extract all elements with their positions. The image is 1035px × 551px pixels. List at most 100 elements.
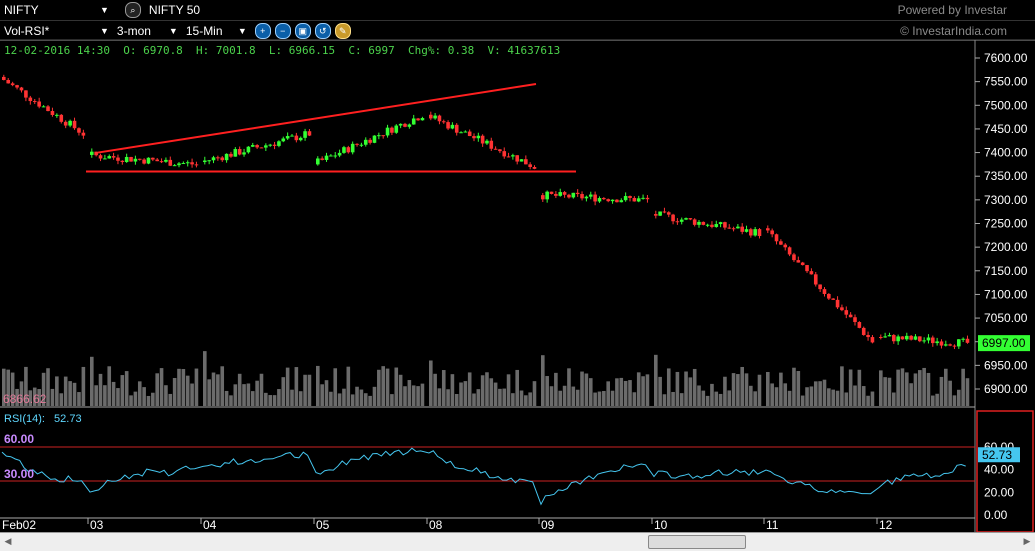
- price-chart[interactable]: 7600.00 7550.00 7500.00 7450.00 7400.00 7350.…: [0, 0, 1035, 532]
- candle-body: [632, 197, 637, 202]
- volume-bar: [848, 369, 853, 406]
- volume-bar: [935, 393, 939, 406]
- candle-body: [610, 199, 615, 202]
- candle-body: [796, 260, 801, 263]
- candle-body: [207, 160, 211, 162]
- candle-body: [926, 337, 931, 341]
- volume-bar: [316, 365, 320, 406]
- candle-body: [268, 144, 272, 146]
- time-tick-label: 10: [654, 518, 668, 532]
- volume-bar: [800, 395, 805, 406]
- candle-body: [41, 106, 46, 108]
- scroll-right-icon[interactable]: ▶: [1021, 536, 1033, 546]
- volume-bar: [168, 393, 173, 406]
- candle-body: [740, 226, 744, 232]
- time-tick-label: 08: [429, 518, 443, 532]
- volume-bar: [879, 370, 883, 406]
- volume-bar: [641, 376, 645, 406]
- volume-bar: [246, 383, 251, 406]
- volume-bar: [870, 391, 875, 406]
- candle-body: [588, 194, 593, 197]
- volume-bar: [588, 378, 593, 406]
- volume-bar: [337, 393, 342, 406]
- volume-bar: [809, 386, 814, 406]
- volume-bar: [822, 379, 827, 406]
- volume-bar: [429, 360, 433, 406]
- candle-body: [250, 145, 255, 147]
- price-tick-label: 7100.00: [984, 287, 1028, 301]
- candle-body: [731, 228, 736, 230]
- volume-bar: [285, 367, 290, 406]
- candle-body: [541, 195, 545, 200]
- candle-body: [216, 157, 220, 159]
- volume-bar: [463, 381, 468, 406]
- volume-bar: [320, 384, 324, 406]
- volume-bar: [675, 371, 680, 406]
- candle-body: [961, 338, 965, 340]
- scrollbar-thumb[interactable]: [648, 535, 746, 549]
- volume-bars: [2, 351, 970, 406]
- candle-body: [181, 163, 186, 165]
- price-tick-label: 7400.00: [984, 146, 1028, 160]
- volume-bar: [303, 374, 307, 406]
- candle-body: [774, 234, 779, 242]
- volume-bar: [952, 395, 957, 406]
- volume-bar: [329, 391, 333, 406]
- rsi-axis: 60.0040.0020.000.0052.73: [978, 440, 1020, 522]
- candle-body: [654, 214, 658, 216]
- candle-body: [645, 197, 650, 200]
- volume-bar: [129, 395, 133, 406]
- volume-bar: [368, 395, 372, 406]
- candle-body: [939, 341, 944, 346]
- candle-body: [59, 114, 64, 122]
- volume-bar: [172, 377, 177, 406]
- volume-bar: [359, 389, 364, 406]
- volume-bar: [420, 383, 425, 406]
- volume-bar: [519, 390, 524, 406]
- volume-bar: [580, 371, 584, 406]
- volume-bar: [403, 386, 407, 406]
- candle-body: [723, 222, 727, 228]
- rsi-tick-label: 40.00: [984, 463, 1014, 477]
- candle-body: [619, 200, 624, 203]
- volume-bar: [654, 354, 658, 406]
- volume-bar: [575, 389, 580, 406]
- volume-bar: [207, 379, 211, 406]
- candle-body: [472, 136, 476, 139]
- candle-body: [567, 194, 571, 198]
- candle-body: [24, 90, 28, 98]
- candle-body: [220, 157, 225, 161]
- volume-bar: [277, 389, 281, 406]
- volume-bar: [602, 391, 606, 406]
- price-axis: 7600.00 7550.00 7500.00 7450.00 7400.00 7350.…: [975, 51, 1030, 396]
- price-tick-label: 7550.00: [984, 75, 1028, 89]
- candle-body: [111, 156, 116, 158]
- candle-body: [211, 157, 216, 161]
- volume-bar: [887, 377, 892, 406]
- price-tick-label: 7450.00: [984, 122, 1028, 136]
- candle-body: [714, 224, 719, 227]
- candle-body: [705, 224, 710, 226]
- horizontal-scrollbar[interactable]: ◀ ▶: [0, 532, 1035, 551]
- volume-bar: [281, 377, 286, 406]
- price-tick-label: 7600.00: [984, 51, 1028, 65]
- volume-bar: [645, 374, 650, 406]
- candle-body: [403, 123, 407, 127]
- volume-bar: [350, 394, 355, 406]
- candle-body: [120, 160, 125, 163]
- volume-bar: [124, 371, 129, 406]
- candle-body: [623, 196, 628, 201]
- volume-bar: [684, 371, 688, 406]
- volume-bar: [632, 392, 637, 406]
- volume-bar: [701, 390, 706, 406]
- candle-body: [242, 152, 246, 155]
- candle-body: [194, 164, 199, 166]
- volume-bar: [363, 393, 368, 406]
- candle-body: [98, 155, 103, 159]
- candle-body: [385, 127, 390, 136]
- candle-body: [684, 218, 688, 220]
- scroll-left-icon[interactable]: ◀: [2, 536, 14, 546]
- last-price-badge-label: 6997.00: [982, 336, 1026, 350]
- volume-bar: [731, 373, 736, 406]
- candle-body: [718, 222, 723, 225]
